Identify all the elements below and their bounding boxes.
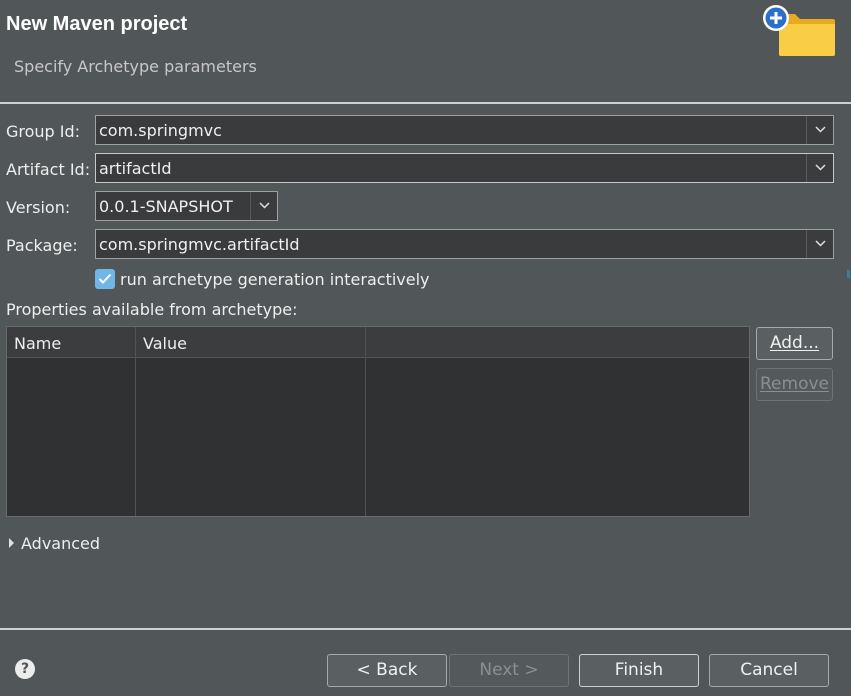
package-value[interactable]: com.springmvc.artifactId — [99, 235, 300, 254]
column-header-name[interactable]: Name — [14, 334, 61, 353]
properties-table[interactable]: Name Value — [6, 326, 750, 517]
package-combo[interactable]: com.springmvc.artifactId — [95, 229, 834, 259]
artifact-id-combo[interactable]: artifactId — [95, 153, 834, 183]
add-property-button[interactable]: Add... — [756, 327, 833, 360]
chevron-down-icon[interactable] — [806, 154, 833, 182]
add-button-label: Add... — [769, 333, 820, 353]
help-icon[interactable]: ? — [15, 659, 35, 679]
column-divider[interactable] — [365, 327, 366, 516]
group-id-combo[interactable]: com.springmvc — [95, 115, 834, 145]
package-label: Package: — [6, 236, 78, 255]
group-id-value[interactable]: com.springmvc — [99, 121, 222, 140]
group-id-label: Group Id: — [6, 122, 81, 141]
expand-arrow-icon[interactable] — [9, 538, 15, 548]
version-value[interactable]: 0.0.1-SNAPSHOT — [99, 197, 233, 216]
chevron-down-icon[interactable] — [806, 230, 833, 258]
version-combo[interactable]: 0.0.1-SNAPSHOT — [95, 191, 278, 221]
table-header: Name Value — [7, 327, 749, 358]
finish-button[interactable]: Finish — [579, 654, 699, 687]
advanced-section-toggle[interactable]: Advanced — [21, 534, 100, 553]
chevron-down-icon[interactable] — [806, 116, 833, 144]
wizard-banner: New Maven project Specify Archetype para… — [0, 0, 851, 102]
remove-button-label: Remove — [760, 374, 829, 394]
column-header-value[interactable]: Value — [143, 334, 187, 353]
new-folder-plus-icon — [761, 4, 837, 58]
artifact-id-label: Artifact Id: — [6, 160, 91, 179]
column-divider[interactable] — [135, 327, 136, 516]
cancel-button[interactable]: Cancel — [709, 654, 829, 687]
next-button[interactable]: Next > — [449, 654, 569, 687]
chevron-down-icon[interactable] — [250, 192, 277, 220]
remove-property-button[interactable]: Remove — [756, 368, 833, 401]
back-button[interactable]: < Back — [327, 654, 447, 687]
header-divider — [0, 102, 851, 104]
interactive-checkbox-label[interactable]: run archetype generation interactively — [120, 270, 430, 289]
interactive-checkbox[interactable] — [95, 269, 115, 289]
page-title: New Maven project — [6, 13, 188, 35]
checkmark-icon — [98, 273, 112, 284]
footer-divider — [0, 628, 851, 630]
artifact-id-value[interactable]: artifactId — [99, 159, 171, 178]
properties-label: Properties available from archetype: — [6, 300, 298, 319]
version-label: Version: — [6, 198, 71, 217]
page-subtitle: Specify Archetype parameters — [14, 57, 257, 76]
edge-marker — [847, 270, 850, 278]
